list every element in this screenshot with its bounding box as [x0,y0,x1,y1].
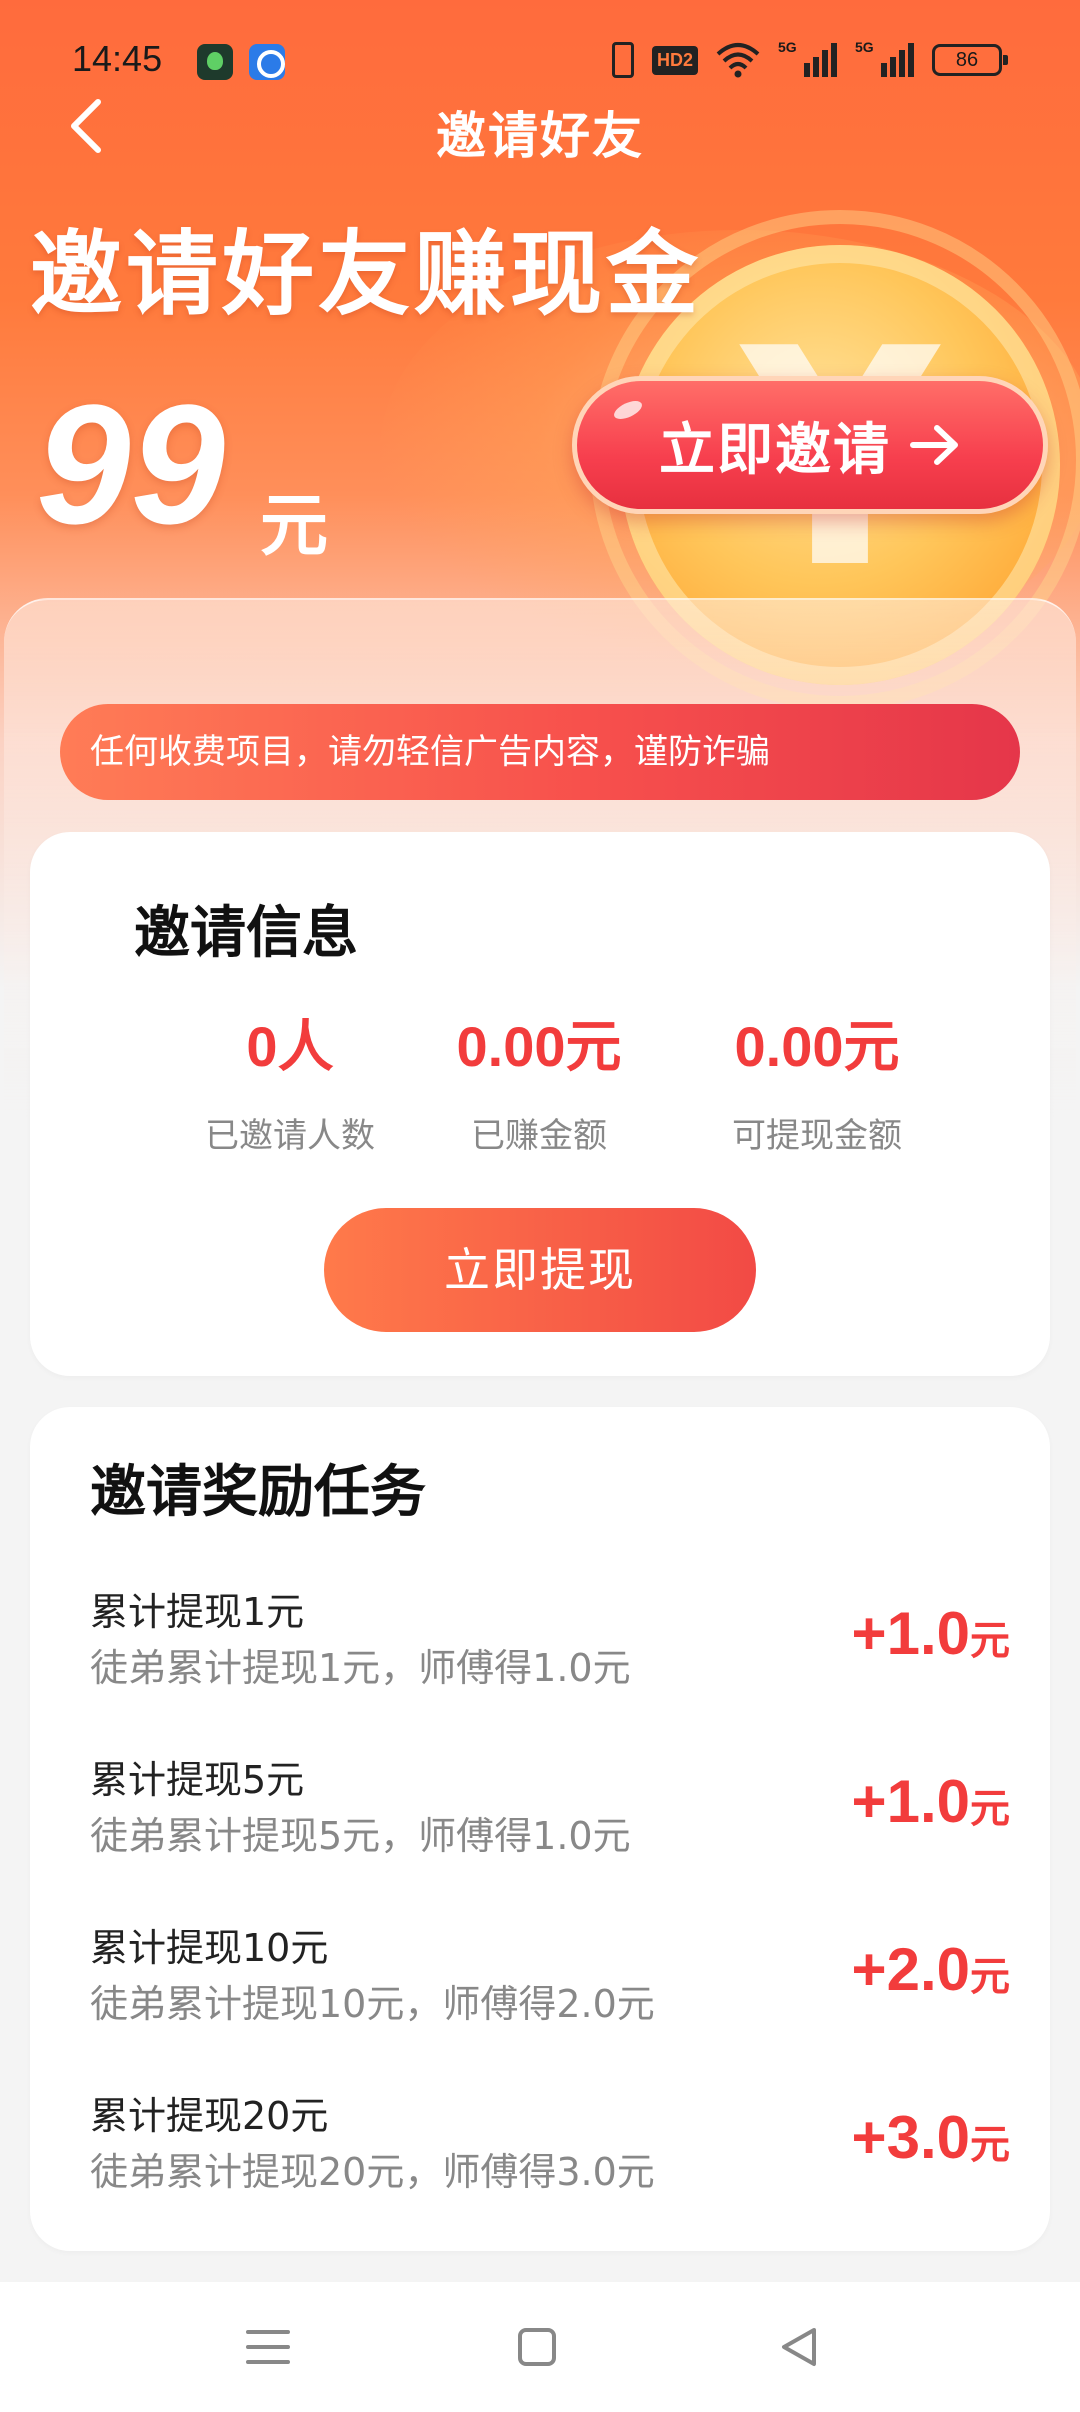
task-reward: +2.0元 [852,1935,1010,2004]
task-reward: +1.0元 [852,1767,1010,1836]
reward-tasks-title: 邀请奖励任务 [90,1460,426,1525]
system-back-button[interactable] [770,2322,830,2372]
task-row: 累计提现1元 徒弟累计提现1元，师傅得1.0元 +1.0元 [90,1581,1010,1721]
task-reward: +3.0元 [852,2103,1010,2172]
task-name: 累计提现5元 [90,1758,305,1802]
withdraw-now-button[interactable]: 立即提现 [324,1208,756,1332]
task-reward-unit: 元 [970,1786,1010,1832]
task-name: 累计提现1元 [90,1590,305,1634]
stat-withdrawable-amount: 0.00元 可提现金额 [667,1012,967,1157]
task-reward-value: +2.0 [851,1936,970,2003]
invite-now-button[interactable]: 立即邀请 [572,376,1048,514]
wifi-icon [716,42,760,78]
task-row: 累计提现10元 徒弟累计提现10元，师傅得2.0元 +2.0元 [90,1917,1010,2057]
notice-banner: 任何收费项目，请勿轻信广告内容，谨防诈骗 [60,704,1020,800]
task-reward-unit: 元 [970,1618,1010,1664]
page-title: 邀请好友 [436,107,644,165]
reward-tasks-card: 邀请奖励任务 累计提现1元 徒弟累计提现1元，师傅得1.0元 +1.0元 累计提… [30,1407,1050,2251]
task-description: 徒弟累计提现5元，师傅得1.0元 [90,1814,631,1858]
back-triangle-icon [782,2328,816,2366]
task-description: 徒弟累计提现1元，师傅得1.0元 [90,1646,631,1690]
stat-label: 已赚金额 [471,1116,607,1156]
task-reward-value: +3.0 [851,2104,970,2171]
invite-button-label: 立即邀请 [659,417,891,483]
home-button[interactable] [506,2322,566,2372]
system-navigation-bar [0,2282,1080,2412]
task-row: 累计提现5元 徒弟累计提现5元，师傅得1.0元 +1.0元 [90,1749,1010,1889]
hd-voice-icon: HD2 [651,45,698,75]
home-icon [518,2328,556,2366]
task-reward-unit: 元 [970,2122,1010,2168]
invite-info-title: 邀请信息 [134,901,358,966]
notice-text: 任何收费项目，请勿轻信广告内容，谨防诈骗 [90,732,770,772]
invite-info-card: 邀请信息 0人 已邀请人数 0.00元 已赚金额 0.00元 可提现金额 立即提… [30,832,1050,1376]
status-time: 14:45 [72,38,163,79]
hero-amount: 99 [36,370,226,560]
stat-label: 可提现金额 [732,1116,902,1156]
task-row: 累计提现20元 徒弟累计提现20元，师傅得3.0元 +3.0元 [90,2085,1010,2225]
arrow-right-icon [910,425,958,465]
task-reward-unit: 元 [970,1954,1010,2000]
hero-headline: 邀请好友赚现金 [30,221,703,328]
shield-app-icon [197,44,233,80]
hero-amount-unit: 元 [260,487,329,566]
stat-value: 0.00元 [734,1015,900,1078]
stat-value: 0.00元 [456,1015,622,1078]
task-description: 徒弟累计提现10元，师傅得2.0元 [90,1982,655,2026]
menu-button[interactable] [238,2322,298,2372]
task-name: 累计提现20元 [90,2094,329,2138]
task-reward: +1.0元 [852,1599,1010,1668]
signal-2-icon: 5G [855,39,914,77]
browser-app-icon [249,44,285,80]
task-description: 徒弟累计提现20元，师傅得3.0元 [90,2150,655,2194]
vibrate-icon [611,42,634,78]
task-reward-value: +1.0 [851,1600,970,1667]
menu-icon [246,2330,290,2364]
stat-earned-amount: 0.00元 已赚金额 [389,1012,689,1157]
signal-1-icon: 5G [778,39,837,77]
battery-icon: 86 [932,44,1008,76]
task-reward-value: +1.0 [851,1768,970,1835]
task-name: 累计提现10元 [90,1926,329,1970]
